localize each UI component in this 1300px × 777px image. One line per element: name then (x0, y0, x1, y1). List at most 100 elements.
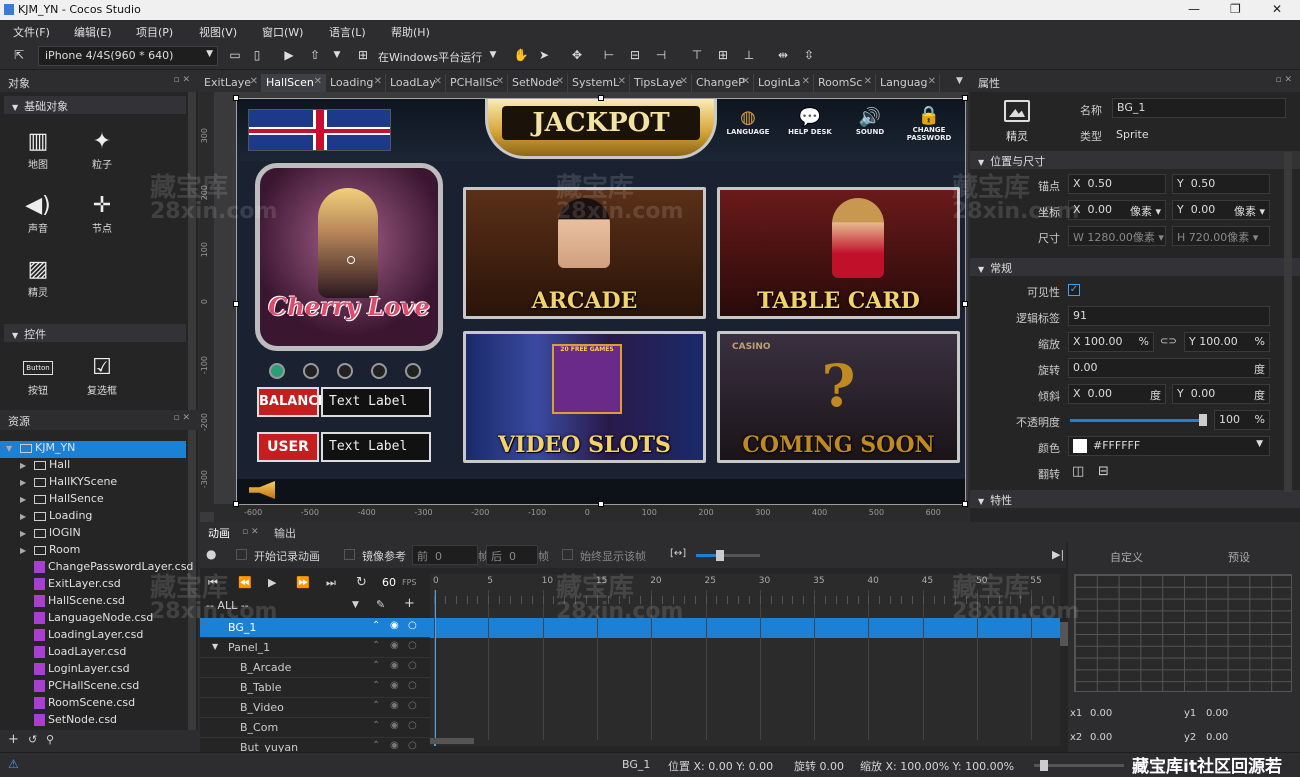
track-row[interactable]: B_Com ⌃ ◉ ○ (200, 718, 430, 738)
tree-file[interactable]: PCHallScene.csd (0, 679, 186, 696)
close-icon[interactable]: ✕ (556, 76, 564, 87)
circle-icon[interactable]: ○ (408, 740, 417, 751)
lock-toggle-icon[interactable]: ⌃ (372, 740, 380, 751)
curve-tab-custom[interactable]: 自定义 (1110, 549, 1143, 565)
timeline-hscroll[interactable] (430, 738, 474, 744)
track-row[interactable]: B_Arcade ⌃ ◉ ○ (200, 658, 430, 678)
portrait-icon[interactable]: ▯ (248, 46, 266, 64)
language-flag[interactable] (248, 109, 391, 151)
align-middle-icon[interactable]: ⊞ (714, 46, 732, 64)
eye-icon[interactable]: ◉ (390, 720, 399, 731)
tag-field[interactable]: 91 (1068, 306, 1270, 326)
basic-objects-section[interactable]: ▼ 基础对象 (4, 96, 186, 114)
tool-particle[interactable]: ✦ 粒子 (72, 128, 132, 171)
restore-button[interactable]: ❐ (1230, 2, 1241, 16)
tool-checkbox[interactable]: ☑ 复选框 (72, 354, 132, 397)
select-tool-icon[interactable]: ➤ (535, 46, 553, 64)
resize-handle[interactable] (598, 95, 604, 101)
filter-select[interactable]: -- ALL -- (206, 599, 249, 612)
menu-view[interactable]: 视图(V) (199, 24, 237, 40)
tree-file[interactable]: HallScene.csd (0, 594, 186, 611)
track-row[interactable]: BG_1 ⌃ ◉ ○ (200, 618, 430, 638)
distribute-v-icon[interactable]: ⇳ (800, 46, 818, 64)
features-section[interactable]: ▼ 特性 (970, 490, 1300, 508)
align-left-icon[interactable]: ⊢ (600, 46, 618, 64)
page-dot[interactable] (371, 363, 387, 379)
front-frames-field[interactable]: 前 0 (412, 545, 478, 565)
step-back-icon[interactable]: ⏪ (238, 576, 252, 589)
track-row[interactable]: B_Video ⌃ ◉ ○ (200, 698, 430, 718)
curve-grid[interactable] (1074, 574, 1292, 692)
close-icon[interactable]: ✕ (496, 76, 504, 87)
doc-tab[interactable]: RoomSc ✕ (814, 74, 876, 92)
close-icon[interactable]: ✕ (618, 76, 626, 87)
anchor-point[interactable] (347, 256, 355, 264)
panel-pin-icon[interactable]: ▫ ✕ (173, 413, 190, 423)
tile-coming-soon[interactable]: CASINO ? COMING SOON (717, 331, 960, 463)
tree-file[interactable]: LoadingLayer.csd (0, 628, 186, 645)
page-dot[interactable] (269, 363, 285, 379)
tree-folder[interactable]: ▶ Loading (0, 509, 186, 526)
eye-icon[interactable]: ◉ (390, 680, 399, 691)
tree-folder[interactable]: ▶ lOGIN (0, 526, 186, 543)
tree-file[interactable]: LoadLayer.csd (0, 645, 186, 662)
general-section[interactable]: ▼ 常规 (970, 258, 1300, 276)
play-icon[interactable]: ▶ (280, 46, 298, 64)
edit-pencil-icon[interactable]: ✎ (376, 598, 385, 611)
properties-scrollbar[interactable] (1284, 152, 1292, 492)
resources-scrollbar[interactable] (188, 430, 196, 730)
tree-root[interactable]: ▼ KJM_YN (0, 441, 186, 458)
track-row[interactable]: ▼ Panel_1 ⌃ ◉ ○ (200, 638, 430, 658)
tool-sound[interactable]: ◀) 声音 (8, 192, 68, 235)
circle-icon[interactable]: ○ (408, 660, 417, 671)
chevron-down-icon[interactable]: ▼ (212, 642, 218, 651)
doc-tab[interactable]: ChangeP ✕ (692, 74, 754, 92)
flip-vertical-icon[interactable]: ⊟ (1098, 464, 1109, 479)
close-icon[interactable]: ✕ (374, 76, 382, 87)
circle-icon[interactable]: ○ (408, 640, 417, 651)
tool-button[interactable]: Button 按钮 (8, 354, 68, 397)
x2-value[interactable]: 0.00 (1090, 732, 1112, 743)
menu-project[interactable]: 项目(P) (136, 24, 173, 40)
skew-x-field[interactable]: X 0.00 度 (1068, 384, 1166, 404)
anchor-y-field[interactable]: Y 0.50 (1172, 174, 1270, 194)
menu-help[interactable]: 帮助(H) (391, 24, 430, 40)
close-icon[interactable]: ✕ (434, 76, 442, 87)
add-icon[interactable]: + (404, 596, 415, 611)
resize-handle[interactable] (962, 95, 968, 101)
objects-scrollbar[interactable] (188, 92, 196, 412)
chevron-down-icon[interactable]: ▼ (484, 46, 502, 64)
doc-tab[interactable]: LoginLa ✕ (754, 74, 814, 92)
eye-icon[interactable]: ◉ (390, 700, 399, 711)
tree-folder[interactable]: ▶ Room (0, 543, 186, 560)
tree-file[interactable]: RoomScene.csd (0, 696, 186, 713)
close-icon[interactable]: ✕ (864, 76, 872, 87)
run-target-label[interactable]: 在Windows平台运行 (378, 49, 482, 65)
tile-video-slots[interactable]: 20 FREE GAMES VIDEO SLOTS (463, 331, 706, 463)
tool-sprite[interactable]: ▨ 精灵 (8, 256, 68, 299)
close-icon[interactable]: ✕ (802, 76, 810, 87)
hand-tool-icon[interactable]: ✋ (512, 46, 530, 64)
page-dot[interactable] (405, 363, 421, 379)
loop-icon[interactable]: ↻ (356, 575, 367, 590)
close-icon[interactable]: ✕ (250, 76, 258, 87)
close-icon[interactable]: ✕ (928, 76, 936, 87)
doc-tab[interactable]: ExitLaye ✕ (200, 74, 262, 92)
refresh-icon[interactable]: ↺ (28, 733, 37, 746)
visible-checkbox[interactable]: ✓ (1068, 284, 1080, 296)
align-right-icon[interactable]: ⊣ (652, 46, 670, 64)
game-scene-bg[interactable]: JACKPOT ◍ LANGUAGE 💬 HELP DESK 🔊 SOUND 🔒… (237, 99, 965, 504)
distribute-h-icon[interactable]: ⇹ (774, 46, 792, 64)
chevron-down-icon[interactable]: ▼ (352, 600, 359, 610)
position-size-section[interactable]: ▼ 位置与尺寸 (970, 151, 1300, 169)
tree-folder[interactable]: ▶ Hall (0, 458, 186, 475)
help-desk-button[interactable]: 💬 HELP DESK (785, 107, 835, 136)
tree-folder[interactable]: ▶ HallKYScene (0, 475, 186, 492)
eye-icon[interactable]: ◉ (390, 740, 399, 751)
timeline[interactable]: 0 5 10 15 20 25 30 35 40 45 50 55 (430, 574, 1060, 746)
search-icon[interactable]: ⚲ (46, 733, 54, 746)
menu-window[interactable]: 窗口(W) (262, 24, 303, 40)
go-end-icon[interactable]: ⏭ (326, 576, 336, 590)
tab-output[interactable]: 输出 (274, 525, 296, 541)
panel-pin-icon[interactable]: ▫ ✕ (1275, 75, 1292, 85)
